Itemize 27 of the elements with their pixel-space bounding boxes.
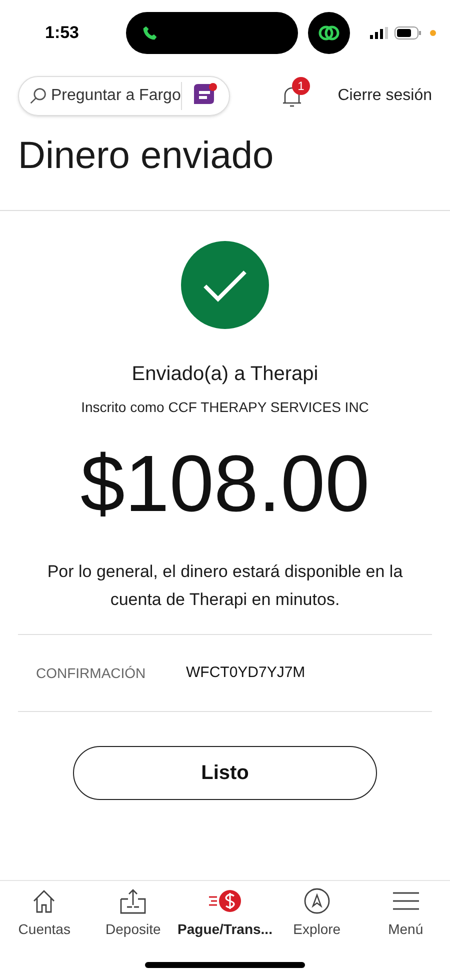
logout-link[interactable]: Cierre sesión [338, 84, 432, 108]
deposit-icon [118, 887, 148, 915]
success-check-icon [181, 241, 269, 329]
nav-tab[interactable]: Cuentas [0, 887, 89, 940]
status-time: 1:53 [44, 22, 80, 44]
signal-icon [370, 27, 388, 39]
amount-text: $108.00 [80, 438, 370, 530]
detail-label: CONFIRMACIÓN [36, 664, 147, 682]
availability-message: Por lo general, el dinero estará disponible en la cuenta de Therapi en minutos. [46, 561, 404, 611]
enrolled-as-text: Inscrito como CCF THERAPY SERVICES INC [81, 398, 369, 417]
notification-count: 1 [292, 77, 310, 95]
dollar-transfer-icon [207, 887, 243, 915]
nav-tab[interactable]: Menú [361, 887, 450, 940]
phone-icon [142, 25, 158, 41]
detail-value: WFCT0YD7YJ7M [186, 662, 306, 683]
done-button[interactable]: Listo [73, 746, 377, 800]
page-title: Dinero enviado [17, 134, 275, 179]
nav-tab[interactable]: Explore [272, 887, 362, 940]
recipient-heading: Enviado(a) a Therapi [132, 362, 318, 387]
search-field[interactable]: Preguntar a Fargo [18, 76, 230, 116]
nav-tab[interactable]: Deposite [88, 887, 178, 940]
nav-tab[interactable]: Pague/Trans... [178, 887, 272, 940]
link-app-icon [308, 12, 350, 54]
battery-icon [394, 26, 422, 40]
compass-icon [302, 887, 331, 915]
search-icon [29, 87, 47, 105]
search-input[interactable]: Preguntar a Fargo [51, 84, 181, 108]
